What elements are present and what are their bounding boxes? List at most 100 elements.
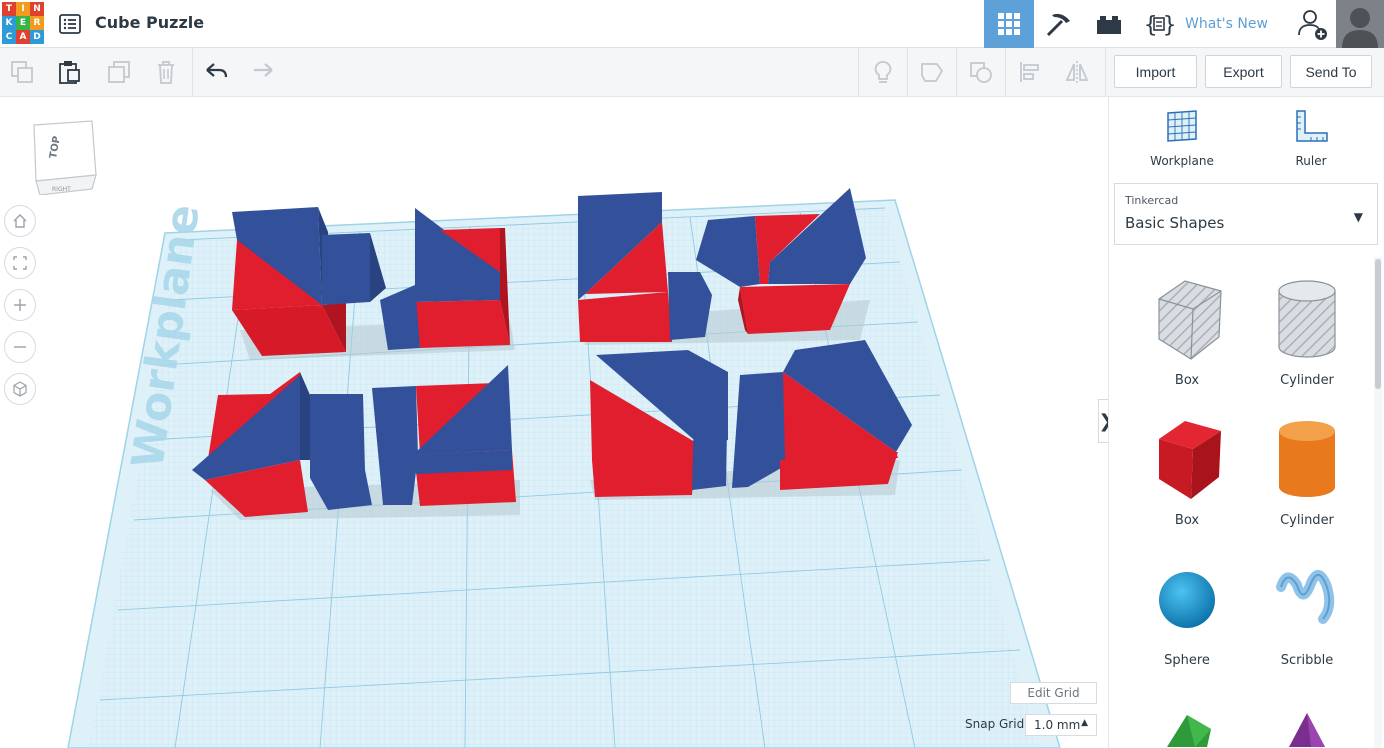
invite-user-button[interactable] bbox=[1290, 0, 1334, 48]
cylinder-hole-icon bbox=[1278, 280, 1336, 358]
panel-scrollbar-thumb[interactable] bbox=[1375, 259, 1381, 389]
logo-letter: D bbox=[30, 30, 44, 44]
sphere-icon bbox=[1159, 572, 1215, 628]
logo-letter: T bbox=[2, 2, 16, 16]
svg-text:{: { bbox=[1144, 13, 1157, 38]
user-avatar[interactable] bbox=[1336, 0, 1384, 48]
svg-text:}: } bbox=[1163, 13, 1175, 38]
shape-label: Sphere bbox=[1164, 653, 1210, 668]
home-view-button[interactable] bbox=[4, 205, 36, 237]
copy-button[interactable] bbox=[6, 56, 38, 88]
caret-up-icon: ▲ bbox=[1081, 718, 1088, 728]
copy-icon bbox=[11, 61, 33, 83]
tinkercad-logo[interactable]: T I N K E R C A D bbox=[2, 2, 44, 44]
light-button[interactable] bbox=[867, 56, 899, 88]
export-button[interactable]: Export bbox=[1205, 55, 1282, 88]
shape-cylinder-hole[interactable]: Cylinder bbox=[1257, 277, 1357, 388]
codeblocks-view-button[interactable]: { } bbox=[1134, 0, 1184, 48]
workplane-scene[interactable]: Workplane bbox=[0, 97, 1108, 748]
toolbar-divider bbox=[1005, 48, 1006, 97]
logo-letter: N bbox=[30, 2, 44, 16]
tinkercad-app: T I N K E R C A D Cube Puzzle {} What's… bbox=[0, 0, 1384, 748]
design-list-icon[interactable] bbox=[58, 12, 82, 36]
home-icon bbox=[13, 214, 27, 228]
delete-button[interactable] bbox=[150, 56, 182, 88]
top-bar: T I N K E R C A D Cube Puzzle {} What's… bbox=[0, 0, 1384, 48]
workplane-tool-label: Workplane bbox=[1150, 154, 1214, 168]
group-button[interactable] bbox=[965, 56, 997, 88]
shape-label: Cylinder bbox=[1280, 513, 1334, 528]
toolbar-divider bbox=[956, 48, 957, 97]
shape-cone[interactable] bbox=[1257, 707, 1357, 748]
snap-grid-select[interactable]: 1.0 mm ▲ bbox=[1025, 714, 1097, 736]
note-icon bbox=[921, 63, 944, 82]
zoom-out-button[interactable] bbox=[4, 331, 36, 363]
library-source: Tinkercad bbox=[1125, 194, 1179, 207]
shape-roof[interactable] bbox=[1137, 707, 1237, 748]
paste-icon bbox=[59, 61, 80, 84]
blocks-view-button[interactable] bbox=[1034, 0, 1084, 48]
redo-button[interactable] bbox=[247, 56, 279, 88]
view-cube-icon: TOP RIGHT bbox=[33, 120, 97, 196]
3d-design-view-button[interactable] bbox=[984, 0, 1034, 48]
bricks-view-button[interactable] bbox=[1084, 0, 1134, 48]
scribble-icon bbox=[1276, 570, 1335, 624]
shape-box[interactable]: Box bbox=[1137, 417, 1237, 528]
box-icon bbox=[1159, 421, 1221, 499]
shape-box-hole[interactable]: Box bbox=[1137, 277, 1237, 388]
workplane-tool[interactable]: Workplane bbox=[1137, 109, 1227, 168]
avatar-icon bbox=[1336, 0, 1384, 48]
logo-letter: C bbox=[2, 30, 16, 44]
library-name: Basic Shapes bbox=[1125, 214, 1225, 232]
light-icon bbox=[874, 61, 892, 83]
undo-button[interactable] bbox=[200, 56, 232, 88]
add-user-icon bbox=[1298, 10, 1327, 40]
box-hole-icon bbox=[1158, 280, 1222, 360]
snap-grid-value: 1.0 mm bbox=[1034, 718, 1081, 732]
mirror-icon bbox=[1065, 61, 1089, 83]
logo-letter: K bbox=[2, 16, 16, 30]
pickaxe-icon bbox=[1046, 13, 1070, 37]
shape-label: Box bbox=[1174, 373, 1200, 388]
shape-label: Cylinder bbox=[1280, 373, 1334, 388]
import-button[interactable]: Import bbox=[1114, 55, 1197, 88]
send-to-button[interactable]: Send To bbox=[1290, 55, 1372, 88]
caret-down-icon: ▼ bbox=[1353, 210, 1363, 224]
roof-icon bbox=[1167, 715, 1211, 747]
shape-scribble[interactable]: Scribble bbox=[1257, 557, 1357, 668]
view-cube-right-label: RIGHT bbox=[52, 186, 71, 193]
zoom-in-button[interactable] bbox=[4, 289, 36, 321]
shape-sphere[interactable]: Sphere bbox=[1137, 557, 1237, 668]
align-button[interactable] bbox=[1014, 56, 1046, 88]
shape-library-select[interactable]: Tinkercad Basic Shapes ▼ bbox=[1114, 183, 1378, 245]
logo-letter: I bbox=[16, 2, 30, 16]
whats-new-link[interactable]: What's New bbox=[1185, 16, 1268, 32]
undo-icon bbox=[206, 63, 228, 78]
duplicate-button[interactable] bbox=[103, 56, 135, 88]
delete-icon bbox=[158, 61, 174, 84]
perspective-button[interactable] bbox=[4, 373, 36, 405]
fit-icon bbox=[13, 256, 27, 270]
3d-viewport[interactable]: Workplane TOP RIGHT Edit Grid Snap Grid … bbox=[0, 97, 1108, 748]
view-cube[interactable]: TOP RIGHT bbox=[30, 119, 100, 199]
note-button[interactable] bbox=[916, 56, 948, 88]
ruler-tool[interactable]: Ruler bbox=[1266, 109, 1356, 168]
redo-icon bbox=[254, 63, 273, 77]
toolbar-divider bbox=[192, 48, 193, 97]
workplane-icon bbox=[1167, 110, 1197, 142]
collapse-panel-button[interactable]: ❯ bbox=[1098, 399, 1108, 443]
shape-label: Box bbox=[1174, 513, 1200, 528]
codeblocks-icon: { } bbox=[1144, 13, 1175, 38]
ruler-tool-label: Ruler bbox=[1295, 154, 1327, 168]
edit-grid-button[interactable]: Edit Grid bbox=[1010, 682, 1097, 704]
design-title[interactable]: Cube Puzzle bbox=[95, 13, 204, 32]
cylinder-icon bbox=[1279, 421, 1335, 497]
paste-button[interactable] bbox=[53, 56, 85, 88]
fit-view-button[interactable] bbox=[4, 247, 36, 279]
grid-icon bbox=[998, 13, 1020, 35]
shape-cylinder[interactable]: Cylinder bbox=[1257, 417, 1357, 528]
perspective-icon bbox=[13, 381, 27, 397]
mirror-button[interactable] bbox=[1061, 56, 1093, 88]
duplicate-icon bbox=[108, 61, 130, 83]
toolbar-divider bbox=[1105, 48, 1106, 97]
